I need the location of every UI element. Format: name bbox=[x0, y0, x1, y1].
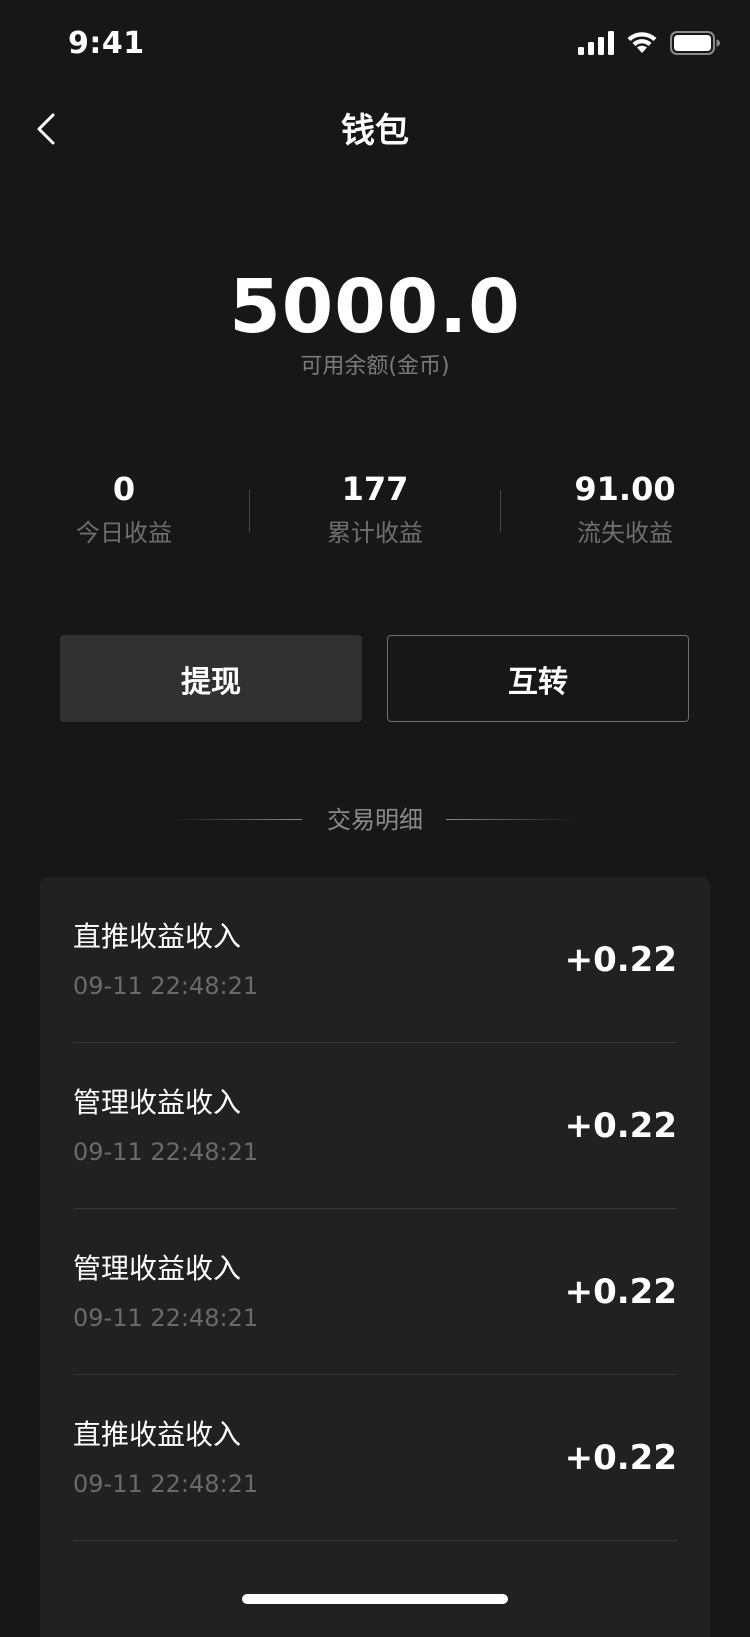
transfer-button[interactable]: 互转 bbox=[387, 635, 689, 722]
transaction-row[interactable]: 管理收益收入 09-11 22:48:21 +0.22 bbox=[73, 1043, 677, 1209]
nav-bar: 钱包 bbox=[0, 88, 750, 176]
transaction-time: 09-11 22:48:21 bbox=[73, 1470, 259, 1498]
earnings-stats: 0 今日收益 177 累计收益 91.00 流失收益 bbox=[0, 466, 750, 556]
cellular-signal-icon bbox=[578, 31, 614, 59]
transaction-row[interactable]: 管理收益收入 09-11 22:48:21 +0.22 bbox=[73, 1209, 677, 1375]
divider-line bbox=[446, 819, 576, 820]
transaction-amount: +0.22 bbox=[564, 1106, 677, 1146]
withdraw-button[interactable]: 提现 bbox=[60, 635, 362, 722]
transactions-list: 直推收益收入 09-11 22:48:21 +0.22 管理收益收入 09-11… bbox=[40, 877, 710, 1637]
status-time: 9:41 bbox=[68, 26, 145, 61]
stat-lost-earnings: 91.00 流失收益 bbox=[525, 466, 725, 550]
row-divider bbox=[73, 1540, 677, 1541]
transactions-section-header: 交易明细 bbox=[0, 800, 750, 840]
page-title: 钱包 bbox=[341, 111, 409, 151]
wifi-icon bbox=[626, 31, 658, 59]
balance-value: 5000.0 bbox=[229, 264, 521, 350]
transaction-title: 直推收益收入 bbox=[73, 920, 242, 953]
battery-icon bbox=[670, 31, 720, 59]
stat-today-earnings: 0 今日收益 bbox=[24, 466, 224, 550]
transaction-title: 管理收益收入 bbox=[73, 1252, 242, 1285]
stat-divider bbox=[500, 490, 501, 532]
transaction-title: 管理收益收入 bbox=[73, 1086, 242, 1119]
stat-total-earnings: 177 累计收益 bbox=[275, 466, 475, 550]
balance-label: 可用余额(金币) bbox=[300, 354, 450, 379]
stat-label: 累计收益 bbox=[327, 519, 423, 547]
balance-block: 5000.0 可用余额(金币) bbox=[0, 262, 750, 382]
status-icons bbox=[578, 30, 720, 60]
transaction-time: 09-11 22:48:21 bbox=[73, 972, 259, 1000]
stat-value: 91.00 bbox=[574, 470, 676, 508]
transaction-title: 直推收益收入 bbox=[73, 1418, 242, 1451]
transaction-amount: +0.22 bbox=[564, 1438, 677, 1478]
home-indicator bbox=[242, 1594, 508, 1604]
transaction-row[interactable]: 直推收益收入 09-11 22:48:21 +0.22 bbox=[73, 877, 677, 1043]
transaction-time: 09-11 22:48:21 bbox=[73, 1138, 259, 1166]
stat-label: 今日收益 bbox=[76, 519, 172, 547]
transaction-time: 09-11 22:48:21 bbox=[73, 1304, 259, 1332]
stat-label: 流失收益 bbox=[577, 519, 673, 547]
transaction-row[interactable]: 直推收益收入 09-11 22:48:21 +0.22 bbox=[73, 1375, 677, 1541]
transaction-amount: +0.22 bbox=[564, 940, 677, 980]
stat-value: 0 bbox=[112, 470, 136, 508]
transaction-amount: +0.22 bbox=[564, 1272, 677, 1312]
stat-value: 177 bbox=[341, 470, 409, 508]
section-title: 交易明细 bbox=[327, 806, 423, 834]
stat-divider bbox=[249, 490, 250, 532]
status-bar: 9:41 bbox=[0, 0, 750, 88]
